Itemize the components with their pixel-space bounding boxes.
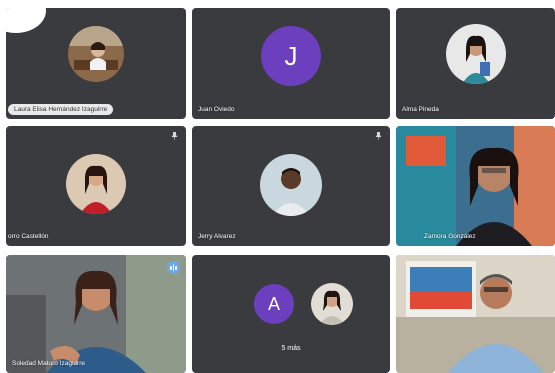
participant-tile-alma[interactable]: Alma Pineda <box>396 8 555 119</box>
video-call-grid: Laura Elisa Hernández Izaguirre J Juan O… <box>0 0 555 373</box>
letter-avatar: A <box>254 284 294 324</box>
participant-name: Alma Pineda <box>402 106 439 113</box>
participant-tile-zamora[interactable]: Zamora González <box>396 126 555 246</box>
participant-avatar <box>445 24 506 84</box>
participant-video <box>396 255 555 373</box>
more-participants-count: 5 más <box>281 345 301 352</box>
audio-level-icon <box>167 261 180 274</box>
participant-tile-soledad[interactable]: Soledad Maturo Izaguirre <box>6 255 186 373</box>
participant-name: orro Castellón <box>8 233 49 240</box>
pin-icon[interactable] <box>171 132 178 141</box>
participant-video <box>6 255 186 373</box>
avatar-letter: A <box>267 293 280 314</box>
participant-name: Soledad Maturo Izaguirre <box>12 360 85 367</box>
participant-avatar <box>311 283 353 325</box>
participant-name: Jerry Alvarez <box>198 233 236 240</box>
participant-tile-jerry[interactable]: Jerry Alvarez <box>192 126 390 246</box>
participant-name: Zamora González <box>424 233 476 240</box>
pin-icon[interactable] <box>375 132 382 141</box>
participant-avatar <box>66 154 126 214</box>
participant-name: Laura Elisa Hernández Izaguirre <box>8 104 114 115</box>
avatar-letter: J <box>284 40 298 71</box>
participant-tile-juan[interactable]: J Juan Oviedo <box>192 8 390 119</box>
letter-avatar: J <box>261 26 321 86</box>
participant-tile-laura[interactable]: Laura Elisa Hernández Izaguirre <box>6 8 186 119</box>
participant-avatar <box>260 154 322 216</box>
participant-tile-castellon[interactable]: orro Castellón <box>6 126 186 246</box>
decorative-corner <box>6 8 46 33</box>
more-participants-tile[interactable]: A 5 más <box>192 255 390 373</box>
participant-tile-video[interactable] <box>396 255 555 373</box>
participant-avatar <box>68 26 124 82</box>
participant-video <box>396 126 555 246</box>
participant-name: Juan Oviedo <box>198 106 235 113</box>
